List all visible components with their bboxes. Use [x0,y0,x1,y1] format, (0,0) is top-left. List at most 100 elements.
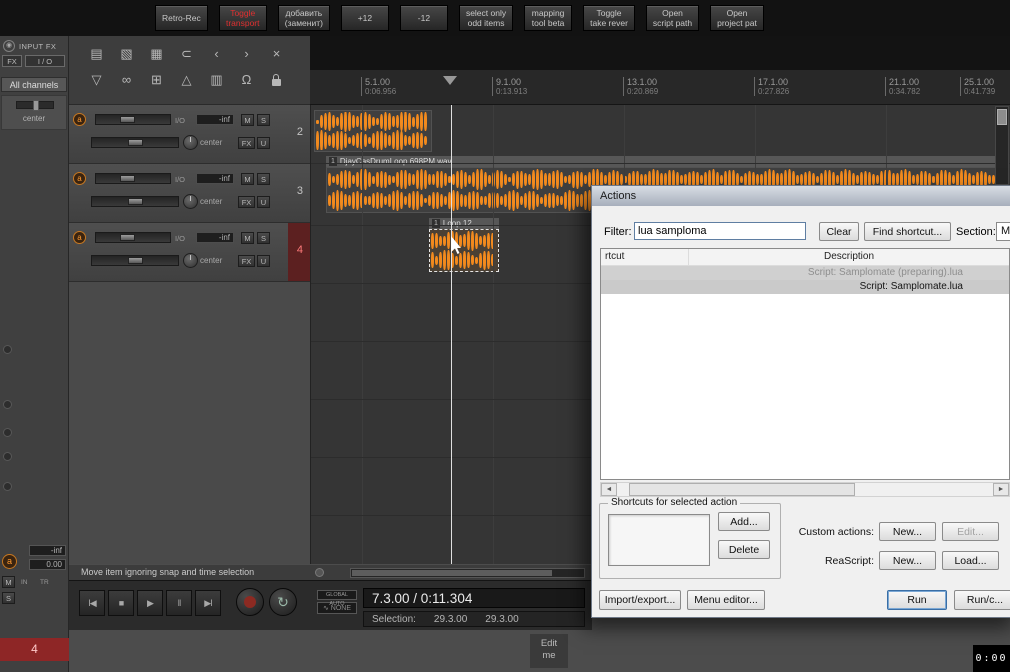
fader-handle[interactable] [128,198,143,205]
clear-button[interactable]: Clear [819,222,859,241]
volume-fader[interactable] [95,114,171,125]
dialog-titlebar[interactable]: Actions [592,186,1010,206]
record-arm-button[interactable]: a [73,231,86,244]
selection-end[interactable]: 29.3.00 [485,612,518,626]
volume-fader[interactable] [95,173,171,184]
action-row[interactable]: Script: Samplomate.lua [601,280,1009,294]
toolbar-button[interactable]: Retro-Rec [155,5,208,31]
pan-handle[interactable] [33,100,39,111]
delete-shortcut-button[interactable]: Delete [718,540,770,559]
go-to-end-button[interactable]: ▶I [195,590,221,616]
pan-knob[interactable] [183,135,198,150]
paperclip-icon[interactable]: ⊂ [175,43,198,64]
mute-button[interactable]: M [241,173,254,185]
pan-fader[interactable] [91,255,179,266]
toolbar-button[interactable]: Open script path [645,5,700,31]
track-panel[interactable]: a I/O -inf M S 3 center FX U [69,164,310,223]
auto-mode[interactable]: ∿ NONE [317,602,357,614]
scroll-right-arrow[interactable]: ► [993,483,1009,496]
io-button[interactable]: I / O [25,55,65,67]
playhead-marker[interactable] [443,76,457,92]
go-to-start-button[interactable]: I◀ [79,590,105,616]
section-dropdown[interactable]: M [996,222,1010,241]
track-panel[interactable]: a I/O -inf M S 2 center FX U [69,105,310,164]
mute-button[interactable]: M [241,232,254,244]
record-arm-button[interactable]: a [2,554,17,569]
undo-icon[interactable]: ‹ [205,43,228,64]
fader-handle[interactable] [128,257,143,264]
solo-button[interactable]: S [257,114,270,126]
solo-button[interactable]: S [257,173,270,185]
scrollbar-thumb[interactable] [352,570,552,576]
io-button[interactable]: I/O [175,116,185,125]
pan-knob[interactable] [183,194,198,209]
master-pan-readout[interactable]: 0.00 [29,559,66,570]
media-item-selected[interactable]: 1 Loop 12... [429,218,499,272]
lock-icon[interactable] [265,69,288,90]
io-button[interactable]: I/O [175,175,185,184]
pan-fader[interactable] [91,196,179,207]
run-close-button[interactable]: Run/c... [954,590,1010,610]
mute-button[interactable]: M [2,576,15,588]
shortcut-listbox[interactable] [608,514,710,566]
power-icon[interactable]: ◉ [3,40,15,52]
custom-action-new-button[interactable]: New... [879,522,936,541]
reascript-new-button[interactable]: New... [879,551,936,570]
menu-editor-button[interactable]: Menu editor... [687,590,765,610]
env-button[interactable]: U [257,255,270,267]
pan-fader[interactable] [91,137,179,148]
grid-icon[interactable]: ⊞ [145,69,168,90]
pause-button[interactable]: ‖ [166,590,192,616]
track-panel[interactable]: a I/O -inf M S 4 center FX U [69,223,310,282]
toolbar-button[interactable]: select only odd items [458,5,514,31]
edit-me-button[interactable]: Edit me [530,634,568,668]
run-button[interactable]: Run [887,590,947,610]
global-auto-label[interactable]: GLOBAL AUTO [317,590,357,607]
master-volume-readout[interactable]: -inf [29,545,66,556]
crossfade-icon[interactable]: × [265,43,288,64]
reascript-load-button[interactable]: Load... [942,551,999,570]
edit-cursor[interactable] [451,105,452,564]
selection-start[interactable]: 29.3.00 [434,612,467,626]
fader-handle[interactable] [128,139,143,146]
scrollbar-thumb[interactable] [629,483,855,496]
redo-icon[interactable]: › [235,43,258,64]
solo-button[interactable]: S [2,592,15,604]
all-channels-button[interactable]: All channels [1,77,67,92]
filter-input[interactable] [634,222,806,240]
volume-fader[interactable] [95,232,171,243]
selection-readout[interactable]: Selection: 29.3.00 29.3.00 [363,611,585,627]
io-button[interactable]: I/O [175,234,185,243]
record-arm-button[interactable]: a [73,172,86,185]
snap-magnet-icon[interactable]: Ω [235,69,258,90]
action-list[interactable]: rtcut Description Script: Samplomate (pr… [600,248,1010,480]
vertical-scrollbar[interactable] [995,106,1009,185]
fader-handle[interactable] [120,234,135,241]
repeat-button[interactable]: ↻ [269,588,297,616]
ruler[interactable]: 5.1.00 0:06.956 9.1.00 0:13.913 13.1.00 0:20.… [310,70,1010,105]
scroll-left-arrow[interactable]: ◄ [601,483,617,496]
toolbar-button[interactable]: +12 [340,5,389,31]
toolbar-button[interactable]: Open project pat [710,5,764,31]
open-project-icon[interactable]: ▧ [115,43,138,64]
toolbar-button[interactable]: Toggle take rever [583,5,635,31]
column-description[interactable]: Description [689,249,1009,265]
toolbar-button[interactable]: -12 [399,5,448,31]
toolbar-button[interactable]: Toggle transport [218,5,267,31]
fader-handle[interactable] [120,175,135,182]
record-arm-button[interactable]: a [73,113,86,126]
media-item[interactable] [314,110,432,152]
env-button[interactable]: U [257,137,270,149]
fx-button[interactable]: FX [238,137,255,149]
action-row[interactable]: Script: Samplomate (preparing).lua [601,266,1009,280]
nav-dot[interactable] [315,568,324,577]
play-button[interactable]: ▶ [137,590,163,616]
grid-lines-icon[interactable]: ▥ [205,69,228,90]
toolbar-button[interactable]: добавить (заменит) [277,5,330,31]
env-button[interactable]: U [257,196,270,208]
new-project-icon[interactable]: ▤ [85,43,108,64]
filter-icon[interactable]: ▽ [85,69,108,90]
item-grouping-icon[interactable]: ∞ [115,69,138,90]
scrollbar-thumb[interactable] [997,109,1007,125]
find-shortcut-button[interactable]: Find shortcut... [864,222,951,241]
